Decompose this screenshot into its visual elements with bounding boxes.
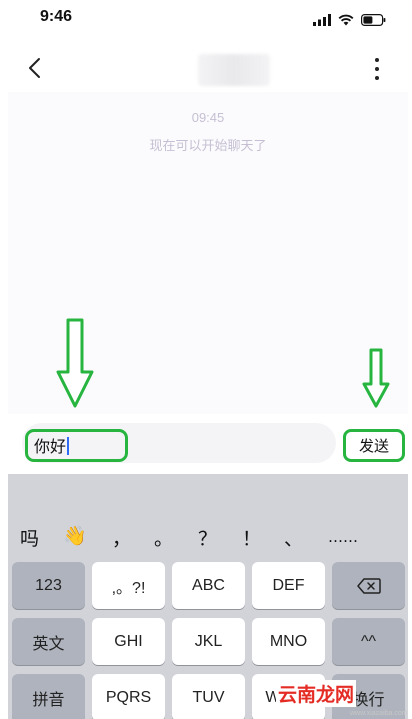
- candidate-item[interactable]: 、: [284, 524, 303, 551]
- send-button[interactable]: 发送: [343, 429, 405, 462]
- candidate-wave-emoji[interactable]: 👋: [63, 524, 87, 547]
- more-dot-icon: [375, 76, 379, 80]
- key-english[interactable]: 英文: [12, 618, 85, 665]
- key-jkl[interactable]: JKL: [172, 618, 245, 665]
- annotation-highlight-input: [25, 429, 128, 462]
- annotation-arrow-down-icon: [362, 348, 390, 408]
- candidate-item[interactable]: 。: [154, 524, 173, 551]
- key-emoticon[interactable]: ^^: [332, 618, 405, 665]
- candidate-item[interactable]: ？: [198, 524, 217, 551]
- cellular-signal-icon: [313, 14, 331, 26]
- key-ghi[interactable]: GHI: [92, 618, 165, 665]
- key-numbers[interactable]: 123: [12, 562, 85, 609]
- status-icons: [313, 12, 386, 28]
- candidate-item[interactable]: ！: [242, 524, 261, 551]
- backspace-icon: [356, 577, 381, 594]
- more-dot-icon: [375, 58, 379, 62]
- key-backspace[interactable]: [332, 562, 405, 609]
- key-pinyin[interactable]: 拼音: [12, 674, 85, 719]
- nav-bar: [0, 42, 412, 92]
- more-dot-icon: [375, 67, 379, 71]
- key-mno[interactable]: MNO: [252, 618, 325, 665]
- system-message: 现在可以开始聊天了: [149, 139, 267, 154]
- wifi-icon: [338, 14, 354, 26]
- annotation-arrow-down-icon: [56, 318, 94, 408]
- watermark-logo: 云南龙网: [276, 680, 357, 707]
- more-options-button[interactable]: [368, 58, 386, 80]
- candidate-item[interactable]: ，: [112, 524, 131, 551]
- candidate-bar: 吗 👋 ， 。 ？ ！ 、 ……: [8, 518, 408, 556]
- composer-bar: 你好 发送: [8, 414, 408, 474]
- key-pqrs[interactable]: PQRS: [92, 674, 165, 719]
- key-tuv[interactable]: TUV: [172, 674, 245, 719]
- chevron-left-icon: [29, 58, 40, 78]
- status-bar: 9:46: [0, 0, 412, 42]
- key-punctuation[interactable]: ,。?!: [92, 562, 165, 609]
- key-abc[interactable]: ABC: [172, 562, 245, 609]
- key-def[interactable]: DEF: [252, 562, 325, 609]
- status-time: 9:46: [40, 8, 73, 25]
- candidate-item[interactable]: ……: [328, 528, 358, 546]
- candidate-item[interactable]: 吗: [20, 524, 39, 551]
- conversation-title-redacted: [198, 54, 270, 86]
- watermark-url: www.xiazaiba.com: [350, 710, 408, 717]
- back-button[interactable]: [22, 54, 50, 82]
- chat-timestamp: 09:45: [191, 110, 225, 125]
- battery-icon: [361, 14, 386, 26]
